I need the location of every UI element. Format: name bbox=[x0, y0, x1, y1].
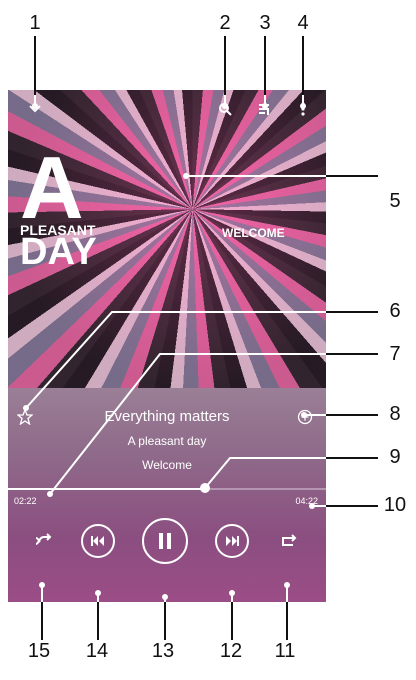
callout-leaders bbox=[23, 36, 378, 640]
